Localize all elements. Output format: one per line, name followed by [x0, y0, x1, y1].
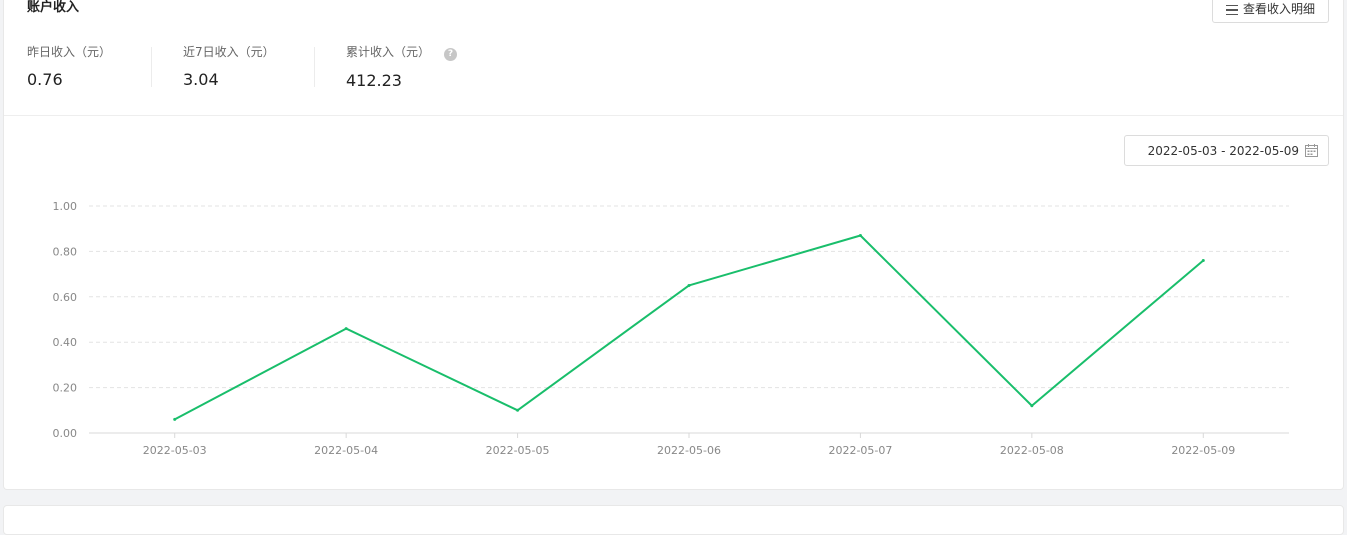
data-point: [516, 408, 520, 412]
y-tick-label: 1.00: [53, 200, 78, 213]
y-tick-label: 0.20: [53, 382, 78, 395]
next-card: [3, 505, 1344, 535]
y-tick-label: 0.60: [53, 291, 78, 304]
x-tick-label: 2022-05-03: [143, 444, 207, 457]
x-tick-label: 2022-05-09: [1171, 444, 1235, 457]
x-tick-label: 2022-05-07: [828, 444, 892, 457]
data-point: [344, 327, 348, 331]
income-card: 账户收入 查看收入明细 昨日收入（元） 0.76 近7日收入（元） 3.04 累…: [3, 0, 1344, 490]
y-tick-label: 0.00: [53, 427, 78, 440]
data-point: [173, 417, 177, 421]
x-tick-label: 2022-05-05: [486, 444, 550, 457]
x-tick-label: 2022-05-04: [314, 444, 378, 457]
data-point: [1201, 258, 1205, 262]
x-tick-label: 2022-05-06: [657, 444, 721, 457]
income-line-chart: 0.00 0.20 0.40 0.60 0.80 1.00 2022-05-03 2022-0…: [53, 200, 1289, 457]
data-point: [858, 234, 862, 238]
data-point: [687, 283, 691, 287]
series-line: [174, 234, 1204, 421]
y-tick-label: 0.40: [53, 336, 78, 349]
y-tick-label: 0.80: [53, 245, 78, 258]
data-point: [1030, 404, 1034, 408]
x-tick-label: 2022-05-08: [1000, 444, 1064, 457]
